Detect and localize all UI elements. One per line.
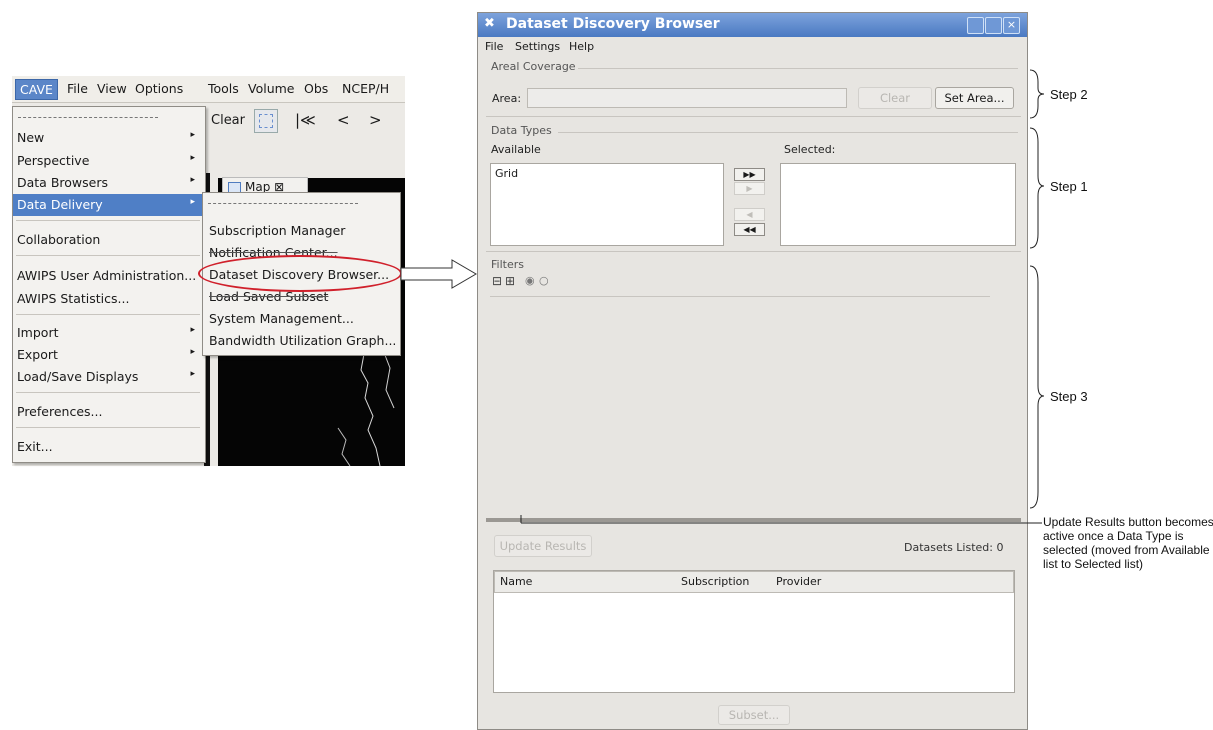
column-subscription[interactable]: Subscription — [681, 575, 749, 588]
selected-list[interactable] — [780, 163, 1016, 246]
move-left-button[interactable]: ◀ — [734, 208, 765, 221]
pointer-arrow — [400, 259, 477, 289]
submenu-arrow-icon: ▸ — [190, 369, 195, 379]
menu-separator — [16, 392, 200, 393]
menu-obs[interactable]: Obs — [304, 81, 328, 96]
menu-item-user-admin[interactable]: AWIPS User Administration... — [13, 265, 203, 287]
submenu-arrow-icon: ▸ — [190, 347, 195, 357]
filter-radio-icon[interactable]: ○ — [539, 274, 549, 287]
menu-tearoff[interactable] — [18, 109, 158, 118]
minimize-icon[interactable] — [967, 17, 984, 34]
menu-separator — [16, 220, 200, 221]
menu-item-exit[interactable]: Exit... — [13, 436, 203, 458]
move-right-button[interactable]: ▶ — [734, 182, 765, 195]
move-all-left-button[interactable]: ◀◀ — [734, 223, 765, 236]
set-area-button[interactable]: Set Area... — [935, 87, 1014, 109]
menu-file[interactable]: File — [485, 40, 503, 53]
window-title: Dataset Discovery Browser — [506, 16, 720, 32]
data-types-group-label: Data Types — [491, 124, 552, 137]
menu-item-export[interactable]: Export ▸ — [13, 344, 203, 366]
move-all-right-button[interactable]: ▶▶ — [734, 168, 765, 181]
update-results-note: Update Results button becomes active onc… — [1043, 515, 1213, 571]
selected-label: Selected: — [784, 143, 836, 156]
step-3-label: Step 3 — [1050, 389, 1088, 404]
filter-radio-icon[interactable]: ◉ — [525, 274, 535, 287]
submenu-arrow-icon: ▸ — [190, 153, 195, 163]
menu-item-new[interactable]: New ▸ — [13, 127, 203, 149]
collapse-all-icon[interactable]: ⊟ — [492, 274, 502, 288]
submenu-arrow-icon: ▸ — [190, 325, 195, 335]
menu-ncep[interactable]: NCEP/H — [342, 81, 389, 96]
filters-group-label: Filters — [491, 258, 524, 271]
menu-item-data-browsers[interactable]: Data Browsers ▸ — [13, 172, 203, 194]
submenu-arrow-icon: ▸ — [190, 175, 195, 185]
menu-item-load-save-displays[interactable]: Load/Save Displays ▸ — [13, 366, 203, 388]
menu-tools[interactable]: Tools — [208, 81, 239, 96]
column-provider[interactable]: Provider — [776, 575, 821, 588]
menu-options[interactable]: Options — [135, 81, 183, 96]
submenu-item-bandwidth-graph[interactable]: Bandwidth Utilization Graph... — [209, 333, 396, 348]
clear-area-button[interactable]: Clear — [858, 87, 932, 109]
next-frame-button[interactable]: > — [369, 111, 382, 129]
menu-volume[interactable]: Volume — [248, 81, 295, 96]
dataset-discovery-browser-window: ✖ Dataset Discovery Browser × File Setti… — [477, 12, 1028, 730]
submenu-tearoff[interactable] — [208, 195, 358, 204]
group-divider — [578, 68, 1018, 69]
cave-toolbar: Clear |≪ < > — [207, 106, 405, 146]
menu-help[interactable]: Help — [569, 40, 594, 53]
cave-menubar: CAVE File View Options Tools Volume Obs … — [12, 76, 405, 103]
column-name[interactable]: Name — [500, 575, 532, 588]
menu-item-data-delivery[interactable]: Data Delivery ▸ — [13, 194, 203, 216]
browser-menubar: File Settings Help — [478, 38, 1027, 56]
menu-cave[interactable]: CAVE — [15, 79, 58, 100]
cave-main-menu: New ▸ Perspective ▸ Data Browsers ▸ Data De… — [12, 106, 206, 463]
title-bar[interactable]: ✖ Dataset Discovery Browser × — [478, 13, 1027, 37]
step-2-label: Step 2 — [1050, 87, 1088, 102]
menu-item-perspective[interactable]: Perspective ▸ — [13, 150, 203, 172]
first-frame-button[interactable]: |≪ — [295, 111, 316, 129]
area-field[interactable] — [527, 88, 847, 108]
zoom-extent-icon[interactable] — [254, 109, 278, 133]
prev-frame-button[interactable]: < — [337, 111, 350, 129]
menu-view[interactable]: View — [97, 81, 127, 96]
app-icon: ✖ — [484, 16, 495, 31]
table-header: Name Subscription Provider — [494, 571, 1014, 593]
menu-item-preferences[interactable]: Preferences... — [13, 401, 203, 423]
menu-item-collaboration[interactable]: Collaboration — [13, 229, 203, 251]
submenu-item-system-management[interactable]: System Management... — [209, 311, 354, 326]
submenu-item-subscription-manager[interactable]: Subscription Manager — [209, 223, 345, 238]
step-braces — [1029, 69, 1045, 509]
maximize-icon[interactable] — [985, 17, 1002, 34]
menu-separator — [16, 427, 200, 428]
menu-separator — [16, 314, 200, 315]
callout-line — [520, 515, 1042, 524]
close-icon[interactable]: × — [1003, 17, 1020, 34]
section-divider — [486, 251, 1021, 252]
datasets-listed-count: Datasets Listed: 0 — [904, 541, 1004, 554]
section-divider — [486, 116, 1021, 117]
area-label: Area: — [492, 92, 522, 105]
submenu-arrow-icon: ▸ — [190, 197, 195, 207]
available-label: Available — [491, 143, 541, 156]
subset-button[interactable]: Subset... — [718, 705, 790, 725]
submenu-arrow-icon: ▸ — [190, 130, 195, 140]
menu-settings[interactable]: Settings — [515, 40, 560, 53]
clear-button[interactable]: Clear — [211, 113, 245, 128]
areal-coverage-group-label: Areal Coverage — [491, 60, 576, 73]
menu-separator — [16, 255, 200, 256]
update-results-button[interactable]: Update Results — [494, 535, 592, 557]
filters-divider — [490, 296, 990, 297]
highlight-ellipse — [198, 255, 402, 292]
menu-item-statistics[interactable]: AWIPS Statistics... — [13, 288, 203, 310]
menu-item-import[interactable]: Import ▸ — [13, 322, 203, 344]
menu-file[interactable]: File — [67, 81, 88, 96]
step-1-label: Step 1 — [1050, 179, 1088, 194]
expand-all-icon[interactable]: ⊞ — [505, 274, 515, 288]
list-item[interactable]: Grid — [495, 167, 518, 180]
available-list[interactable]: Grid — [490, 163, 724, 246]
group-divider — [558, 132, 1018, 133]
